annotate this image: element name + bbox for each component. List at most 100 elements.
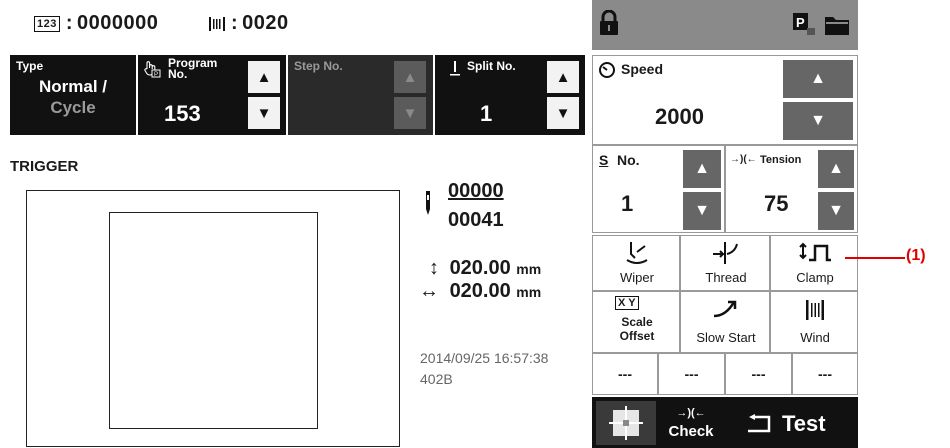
type-label: Type [16, 59, 44, 73]
wiper-button[interactable]: Wiper [592, 235, 680, 291]
vertical-arrow-icon: ↕ [429, 257, 439, 279]
arrow-down-icon: ▼ [694, 202, 710, 219]
svg-text:P: P [796, 15, 805, 30]
thread-icon [713, 242, 738, 264]
s-no-down-button[interactable]: ▼ [683, 192, 721, 230]
step-label: Step No. [294, 59, 343, 73]
thread-label: Thread [705, 270, 747, 285]
pattern-preview[interactable] [26, 190, 400, 447]
needle-count-icon [426, 191, 430, 215]
tension-value: 75 [764, 191, 789, 216]
stitch-counter-icon: 123 [34, 15, 60, 32]
size-y-value: 020.00 [449, 257, 511, 279]
slow-start-button[interactable]: Slow Start [680, 291, 770, 353]
arrow-down-icon: ▼ [828, 202, 844, 219]
program-up-button[interactable]: ▲ [248, 61, 280, 93]
size-x-unit: mm [516, 284, 542, 300]
s-no-value: 1 [621, 191, 634, 216]
speed-gauge-icon [599, 62, 615, 78]
program-hand-icon: P [144, 61, 161, 78]
tension-label: Tension [760, 154, 802, 166]
speed-up-button[interactable]: ▲ [783, 60, 853, 98]
wind-button[interactable]: Wind [770, 291, 858, 353]
s-no-prefix: S [599, 152, 609, 168]
step-up-button[interactable]: ▲ [394, 61, 426, 93]
arrow-down-icon: ▼ [256, 104, 272, 122]
test-label: Test [782, 411, 826, 436]
test-button[interactable]: Test [726, 401, 854, 445]
step-down-button[interactable]: ▼ [394, 97, 426, 129]
bobbin-counter-icon [209, 16, 225, 31]
arrow-down-icon: ▼ [555, 104, 571, 122]
arrow-down-icon: ▼ [810, 112, 826, 129]
tension-down-button[interactable]: ▼ [818, 192, 854, 230]
program-label-line2: No. [168, 67, 188, 81]
wiper-icon [626, 242, 648, 264]
arrow-up-icon: ▲ [402, 68, 418, 86]
right-panel-header: P [592, 0, 858, 50]
custom-button-4[interactable]: --- [792, 353, 858, 395]
type-button[interactable]: Type Normal / Cycle [10, 55, 136, 135]
arrow-up-icon: ▲ [555, 68, 571, 86]
program-down-button[interactable]: ▼ [248, 97, 280, 129]
split-down-button[interactable]: ▼ [547, 97, 579, 129]
scale-offset-line2: Offset [619, 329, 655, 343]
pattern-data-icon[interactable]: P [792, 12, 816, 36]
clamp-label: Clamp [796, 270, 834, 285]
size-y-unit: mm [516, 261, 542, 277]
check-label: Check [668, 423, 714, 440]
bobbin-counter: : 0020 [208, 12, 289, 35]
program-no-panel: P Program No. 153 ▲ ▼ [138, 55, 286, 135]
s-no-panel: S No. 1 ▲ ▼ [592, 145, 725, 233]
scale-offset-button[interactable]: X Y Scale Offset [592, 291, 680, 353]
split-label: Split No. [467, 59, 516, 73]
scale-offset-line1: Scale [621, 315, 653, 329]
type-value-line1: Normal / [38, 77, 108, 96]
clamp-icon [799, 242, 831, 262]
callout-label: (1) [906, 247, 926, 264]
arrow-up-icon: ▲ [810, 70, 826, 87]
wind-label: Wind [800, 330, 830, 345]
s-no-label: No. [617, 152, 640, 168]
folder-icon[interactable] [824, 14, 850, 36]
bobbin-counter-value: 0020 [242, 12, 289, 34]
clamp-button[interactable]: Clamp [770, 235, 858, 291]
tension-icon: →)(← [730, 154, 757, 165]
arrow-up-icon: ▲ [828, 160, 844, 177]
origin-button[interactable] [596, 401, 656, 445]
status-bar: 123 : 0000000 : 0020 [0, 0, 592, 50]
custom-button-1[interactable]: --- [592, 353, 658, 395]
bobbin-wind-icon [806, 300, 824, 320]
split-value: 1 [480, 101, 493, 126]
horizontal-arrow-icon: ↔ [419, 280, 439, 302]
split-no-panel: Split No. 1 ▲ ▼ [435, 55, 585, 135]
stitch-counter-value: 0000000 [77, 12, 159, 34]
tension-up-button[interactable]: ▲ [818, 150, 854, 188]
speed-label: Speed [621, 61, 664, 77]
speed-value: 2000 [655, 104, 704, 129]
lock-icon[interactable] [598, 10, 620, 36]
speed-panel: Speed 2000 ▲ ▼ [592, 55, 858, 145]
crosshair-frame-icon [609, 406, 643, 440]
svg-text:P: P [154, 72, 158, 78]
size-y-row: ↕ 020.00 mm [424, 257, 541, 280]
slow-start-icon [713, 300, 737, 318]
s-no-up-button[interactable]: ▲ [683, 150, 721, 188]
stitch-count-current: 00000 [448, 180, 504, 202]
thread-button[interactable]: Thread [680, 235, 770, 291]
step-no-panel: Step No. ▲ ▼ [288, 55, 433, 135]
custom-button-3[interactable]: --- [725, 353, 792, 395]
test-return-icon [748, 414, 771, 433]
arrow-down-icon: ▼ [402, 104, 418, 122]
stitch-counter: 123 : 0000000 [34, 12, 158, 35]
bobbin-counter-sep: : [231, 12, 239, 34]
split-up-button[interactable]: ▲ [547, 61, 579, 93]
callout-line [845, 257, 905, 259]
type-value-line2: Cycle [50, 98, 96, 117]
custom-button-2[interactable]: --- [658, 353, 725, 395]
speed-down-button[interactable]: ▼ [783, 102, 853, 140]
pattern-shape [109, 212, 318, 429]
size-x-row: ↔ 020.00 mm [414, 280, 541, 303]
timestamp: 2014/09/25 16:57:38 [420, 350, 549, 366]
check-button[interactable]: →)(← Check [660, 401, 722, 445]
